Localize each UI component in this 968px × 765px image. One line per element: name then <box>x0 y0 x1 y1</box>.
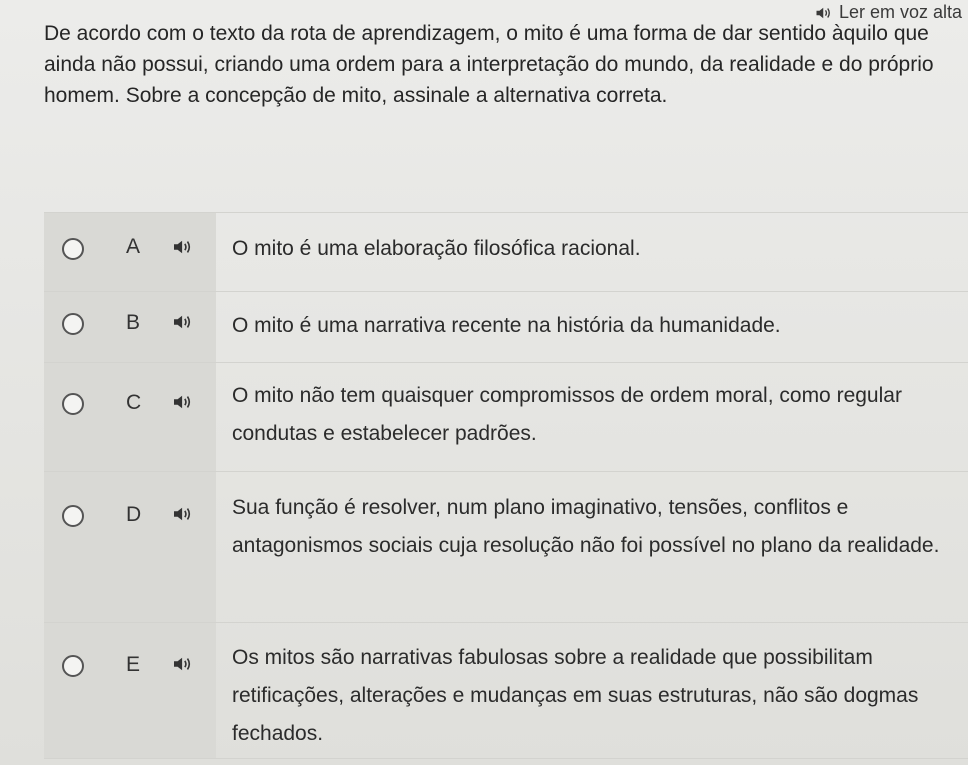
speaker-icon[interactable] <box>172 313 194 331</box>
option-d[interactable]: D Sua função é resolver, num plano imagi… <box>44 471 968 622</box>
option-b[interactable]: B O mito é uma narrativa recente na hist… <box>44 291 968 362</box>
option-a-letter: A <box>126 235 141 258</box>
option-e-letter: E <box>126 653 141 676</box>
option-d-letter: D <box>126 503 142 526</box>
option-b-letter: B <box>126 311 141 334</box>
option-c-controls: C <box>44 363 216 471</box>
options-list: A O mito é uma elaboração filosófica rac… <box>44 212 968 759</box>
speaker-icon[interactable] <box>172 238 194 256</box>
question-text: De acordo com o texto da rota de aprendi… <box>44 22 934 107</box>
option-e-text: Os mitos são narrativas fabulosas sobre … <box>232 646 919 745</box>
option-a[interactable]: A O mito é uma elaboração filosófica rac… <box>44 212 968 291</box>
option-d-controls: D <box>44 472 216 622</box>
option-e-controls: E <box>44 623 216 758</box>
option-a-text: O mito é uma elaboração filosófica racio… <box>232 237 641 260</box>
speaker-icon[interactable] <box>172 505 194 523</box>
option-c-letter: C <box>126 391 142 414</box>
option-c[interactable]: C O mito não tem quaisquer compromissos … <box>44 362 968 471</box>
option-e-radio[interactable] <box>62 655 84 677</box>
option-b-text: O mito é uma narrativa recente na histór… <box>232 314 781 337</box>
option-b-controls: B <box>44 292 216 362</box>
option-d-radio[interactable] <box>62 505 84 527</box>
page: Ler em voz alta De acordo com o texto da… <box>0 0 968 765</box>
option-b-radio[interactable] <box>62 313 84 335</box>
option-c-radio[interactable] <box>62 393 84 415</box>
option-a-controls: A <box>44 213 216 291</box>
option-c-text: O mito não tem quaisquer compromissos de… <box>232 384 902 445</box>
speaker-icon[interactable] <box>172 393 194 411</box>
option-e[interactable]: E Os mitos são narrativas fabulosas sobr… <box>44 622 968 759</box>
option-d-text: Sua função é resolver, num plano imagina… <box>232 496 940 557</box>
speaker-icon[interactable] <box>172 655 194 673</box>
option-a-radio[interactable] <box>62 238 84 260</box>
